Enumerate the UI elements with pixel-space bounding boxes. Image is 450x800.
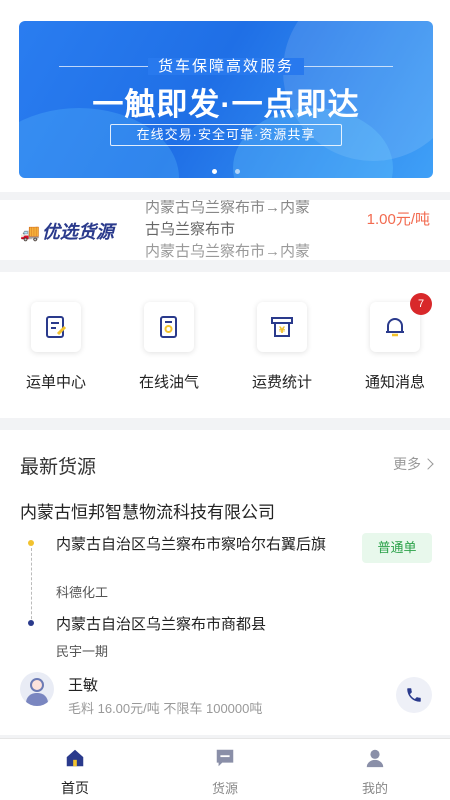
destination-dot-icon bbox=[28, 620, 34, 626]
avatar-head bbox=[30, 678, 44, 692]
shipper-company[interactable]: 内蒙古恒邦智慧物流科技有限公司 bbox=[20, 498, 275, 523]
waybill-icon bbox=[31, 302, 81, 352]
ticker-price: 1.00元/吨 bbox=[366, 211, 430, 228]
avatar bbox=[20, 672, 54, 706]
grid-item-waybill[interactable]: 运单中心 bbox=[0, 302, 112, 392]
grid-item-notifications[interactable]: 7 通知消息 bbox=[339, 293, 450, 392]
cargo-details: 毛料 16.00元/吨 不限车 100000吨 bbox=[68, 701, 263, 716]
fuel-icon bbox=[144, 302, 194, 352]
tab-label: 首页 bbox=[61, 780, 89, 796]
featured-cargo-logo: 🚚 优选货源 bbox=[20, 222, 114, 242]
notification-count-badge: 7 bbox=[410, 293, 432, 315]
bottom-tab-bar: 首页 货源 我的 bbox=[0, 738, 450, 800]
promo-banner[interactable]: 货车保障高效服务 一触即发·一点即达 在线交易·安全可靠·资源共享 bbox=[19, 21, 433, 178]
home-icon bbox=[66, 749, 84, 767]
bell-icon: 7 bbox=[370, 293, 432, 352]
origin-address: 内蒙古自治区乌兰察布市察哈尔右翼后旗 bbox=[56, 536, 327, 553]
tab-label: 货源 bbox=[211, 781, 238, 796]
profile-icon bbox=[366, 749, 384, 768]
chevron-right-icon bbox=[422, 458, 434, 470]
grid-label: 通知消息 bbox=[364, 374, 425, 391]
banner-section: 货车保障高效服务 一触即发·一点即达 在线交易·安全可靠·资源共享 bbox=[0, 0, 450, 192]
origin-company: 科德化工 bbox=[56, 585, 109, 600]
cargo-icon bbox=[216, 749, 234, 767]
route-timeline bbox=[31, 548, 32, 624]
order-type-badge: 普通单 bbox=[362, 533, 432, 563]
grid-item-freight-stats[interactable]: ¥ 运费统计 bbox=[226, 302, 338, 392]
phone-icon bbox=[407, 688, 421, 702]
carousel-dot[interactable] bbox=[235, 169, 241, 174]
banner-tagline: 在线交易·安全可靠·资源共享 bbox=[110, 124, 342, 146]
tab-label: 我的 bbox=[361, 781, 388, 796]
destination-address: 内蒙古自治区乌兰察布市商都县 bbox=[56, 616, 267, 633]
svg-text:¥: ¥ bbox=[279, 326, 286, 336]
ticker-route-next: 内蒙古乌兰察布市→内蒙 bbox=[145, 243, 311, 260]
truck-icon: 🚚 bbox=[20, 225, 40, 242]
more-link[interactable]: 更多 bbox=[393, 454, 434, 474]
grid-label: 运费统计 bbox=[251, 374, 312, 391]
carousel-indicator bbox=[19, 161, 433, 178]
contact-name: 王敏 bbox=[68, 677, 99, 694]
more-label: 更多 bbox=[393, 456, 421, 472]
carousel-dot-active[interactable] bbox=[211, 169, 217, 174]
tab-home[interactable]: 首页 bbox=[25, 747, 125, 798]
tab-cargo[interactable]: 货源 bbox=[175, 747, 275, 797]
grid-item-fuel[interactable]: 在线油气 bbox=[113, 302, 225, 392]
featured-cargo-ticker[interactable]: 🚚 优选货源 内蒙古乌兰察布市→内蒙 古乌兰察布市 内蒙古乌兰察布市→内蒙 1.0… bbox=[0, 200, 450, 260]
origin-dot-icon bbox=[28, 540, 34, 546]
freight-stats-icon: ¥ bbox=[257, 302, 307, 352]
banner-headline: 一触即发·一点即达 bbox=[92, 87, 360, 122]
quick-access-grid: 运单中心 在线油气 ¥ 运费统计 7 通知消息 bbox=[0, 272, 450, 418]
ticker-route-previous: 内蒙古乌兰察布市→内蒙 bbox=[145, 200, 311, 216]
ticker-route-current: 古乌兰察布市 bbox=[145, 221, 236, 238]
banner-subtitle: 货车保障高效服务 bbox=[19, 55, 433, 76]
call-button[interactable] bbox=[396, 677, 432, 713]
tab-profile[interactable]: 我的 bbox=[325, 747, 425, 797]
grid-label: 在线油气 bbox=[138, 374, 199, 391]
section-title: 最新货源 bbox=[20, 457, 97, 478]
grid-label: 运单中心 bbox=[25, 374, 86, 391]
avatar-body bbox=[26, 693, 48, 706]
latest-cargo-section: 最新货源 更多 内蒙古恒邦智慧物流科技有限公司 内蒙古自治区乌兰察布市察哈尔右翼… bbox=[0, 430, 450, 735]
destination-company: 民宇一期 bbox=[56, 644, 109, 659]
